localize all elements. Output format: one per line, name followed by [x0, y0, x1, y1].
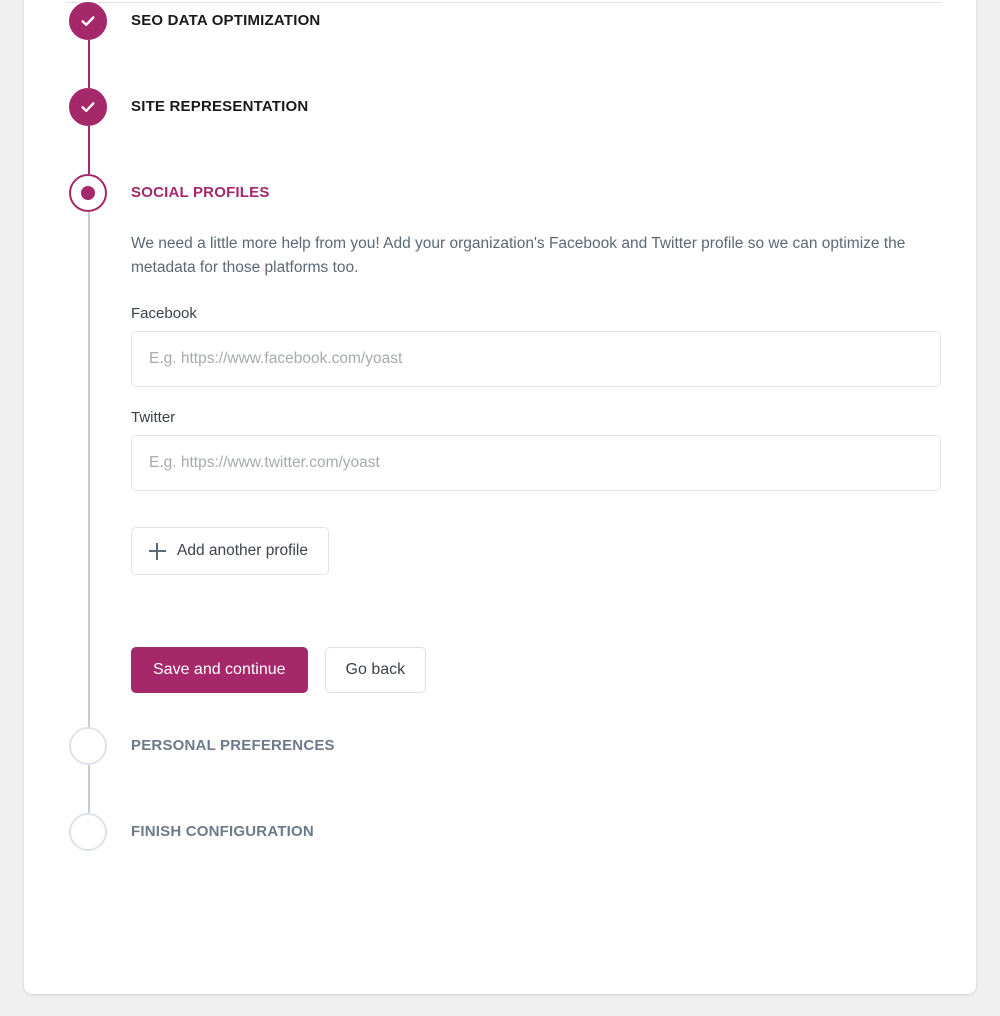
step-title: PERSONAL PREFERENCES — [131, 737, 335, 755]
configuration-stepper: SEO DATA OPTIMIZATION SITE REPRESENTATIO… — [24, 2, 976, 852]
add-another-profile-button[interactable]: Add another profile — [131, 527, 329, 576]
add-another-profile-label: Add another profile — [177, 542, 308, 560]
step-seo-data-optimization[interactable]: SEO DATA OPTIMIZATION — [24, 2, 976, 88]
social-profiles-description: We need a little more help from you! Add… — [131, 235, 906, 276]
step-status-pending-icon — [69, 727, 107, 766]
social-profiles-panel: We need a little more help from you! Add… — [131, 212, 976, 727]
active-dot — [81, 186, 95, 200]
step-connector — [88, 40, 90, 88]
step-connector — [88, 765, 90, 814]
step-finish-configuration[interactable]: FINISH CONFIGURATION — [24, 813, 976, 852]
step-status-complete-icon — [69, 88, 107, 126]
facebook-field-group: Facebook — [131, 305, 956, 388]
plus-icon — [149, 542, 166, 560]
step-connector — [88, 212, 90, 776]
step-title: SEO DATA OPTIMIZATION — [131, 12, 321, 29]
step-site-representation[interactable]: SITE REPRESENTATION — [24, 88, 976, 174]
facebook-label: Facebook — [131, 305, 197, 323]
step-connector — [88, 126, 90, 174]
configuration-card: SEO DATA OPTIMIZATION SITE REPRESENTATIO… — [24, 0, 976, 994]
twitter-input[interactable] — [131, 435, 941, 492]
form-actions: Save and continue Go back — [131, 647, 956, 694]
step-personal-preferences[interactable]: PERSONAL PREFERENCES — [24, 727, 976, 814]
go-back-button[interactable]: Go back — [324, 647, 427, 694]
facebook-input[interactable] — [131, 331, 941, 388]
step-status-active-icon — [69, 174, 107, 212]
twitter-label: Twitter — [131, 409, 176, 427]
twitter-field-group: Twitter — [131, 409, 956, 492]
step-social-profiles: SOCIAL PROFILES We need a little more he… — [24, 174, 976, 776]
step-title: FINISH CONFIGURATION — [131, 823, 314, 841]
step-title: SOCIAL PROFILES — [131, 184, 270, 201]
save-and-continue-button[interactable]: Save and continue — [131, 647, 308, 694]
step-status-pending-icon — [69, 813, 107, 852]
step-title: SITE REPRESENTATION — [131, 98, 309, 115]
step-status-complete-icon — [69, 2, 107, 40]
